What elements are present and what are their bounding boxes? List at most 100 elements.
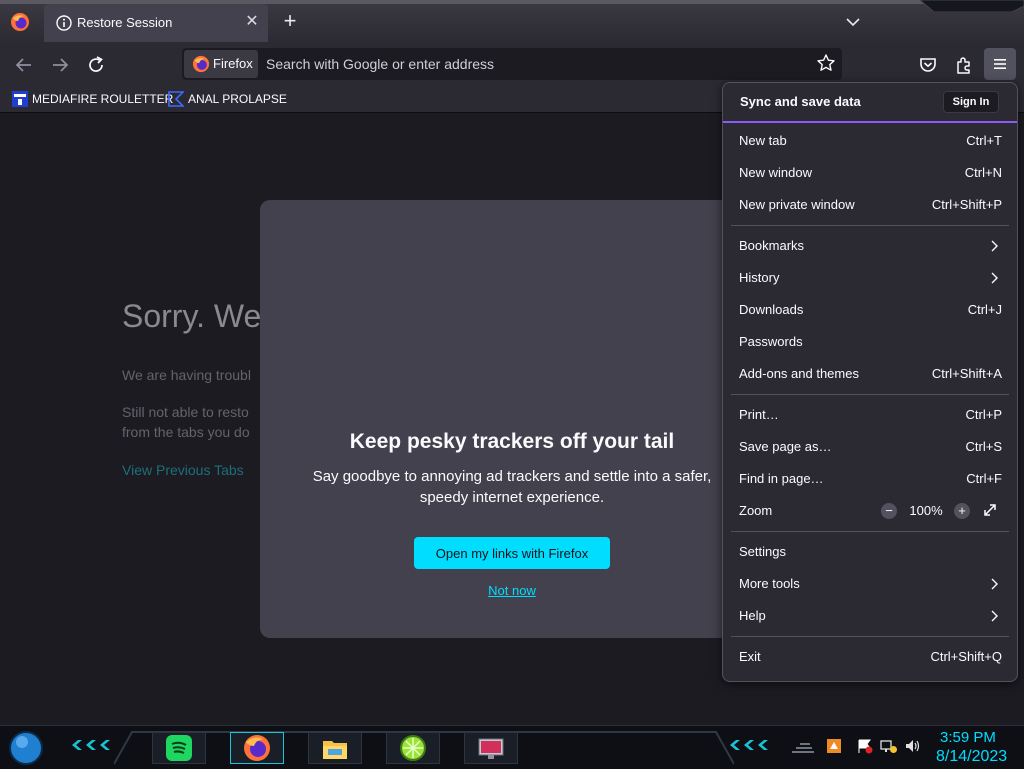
clock-time[interactable]: 3:59 PM	[940, 729, 996, 746]
menu-separator	[731, 225, 1009, 226]
fullscreen-icon[interactable]	[982, 502, 998, 518]
bookmark-star-icon[interactable]	[816, 53, 836, 73]
spotify-icon	[166, 735, 192, 761]
taskbar-slot[interactable]	[464, 732, 518, 764]
taskbar-slot-active[interactable]	[230, 732, 284, 764]
page-description: We are having troubl	[122, 367, 251, 383]
bookmark-mediafire-rouletter[interactable]: MEDIAFIRE ROULETTER	[12, 90, 173, 108]
menu-item-label: New private window	[739, 197, 855, 212]
new-tab-button[interactable]: +	[280, 10, 300, 32]
address-bar[interactable]: Firefox	[182, 48, 842, 80]
menu-item-label: Downloads	[739, 302, 804, 317]
menu-separator	[731, 531, 1009, 532]
mediafire-favicon-icon	[12, 91, 28, 107]
menu-item-label: Passwords	[739, 334, 803, 349]
file-explorer-icon	[323, 741, 347, 759]
chevron-right-icon	[991, 272, 998, 284]
back-arrow-icon[interactable]	[12, 53, 36, 77]
sign-in-button[interactable]: Sign In	[943, 91, 999, 113]
app-menu-panel: Sync and save data Sign In New tab Ctrl+…	[722, 82, 1018, 682]
tray-app-icon[interactable]	[826, 738, 842, 754]
zoom-reset-button[interactable]: 100%	[901, 503, 951, 518]
menu-item-save-page-as[interactable]: Save page as… Ctrl+S	[729, 431, 1011, 463]
firefox-taskbar-icon	[244, 735, 270, 761]
forward-arrow-icon[interactable]	[48, 53, 72, 77]
menu-item-passwords[interactable]: Passwords	[729, 326, 1011, 358]
extensions-icon[interactable]	[952, 53, 976, 77]
action-center-flag-icon[interactable]	[856, 738, 874, 754]
menu-item-shortcut: Ctrl+Shift+Q	[930, 649, 1002, 664]
bookmark-anal-prolapse[interactable]: ANAL PROLAPSE	[168, 90, 287, 108]
menu-item-shortcut: Ctrl+F	[966, 471, 1002, 486]
menu-item-addons-and-themes[interactable]: Add-ons and themes Ctrl+Shift+A	[729, 358, 1011, 390]
menu-item-label: Exit	[739, 649, 761, 664]
chevron-down-icon[interactable]	[842, 12, 864, 32]
taskbar-slot[interactable]	[308, 732, 362, 764]
chevron-right-icon	[991, 578, 998, 590]
tab-strip: Restore Session ✕ +	[0, 0, 1024, 44]
view-previous-tabs-link[interactable]: View Previous Tabs	[122, 462, 244, 478]
chevron-right-icon	[991, 610, 998, 622]
menu-item-settings[interactable]: Settings	[729, 536, 1011, 568]
reload-icon[interactable]	[84, 53, 108, 77]
zoom-in-button[interactable]: +	[954, 503, 970, 519]
window-frame-decoration	[920, 0, 1024, 12]
clock-date[interactable]: 8/14/2023	[936, 748, 1007, 766]
menu-item-label: New tab	[739, 133, 787, 148]
close-tab-icon[interactable]: ✕	[244, 14, 260, 30]
show-hidden-icons-icon[interactable]	[790, 740, 816, 754]
zoom-out-button[interactable]: −	[881, 503, 897, 519]
bookmark-label: MEDIAFIRE ROULETTER	[32, 92, 174, 106]
menu-item-new-window[interactable]: New window Ctrl+N	[729, 157, 1011, 189]
menu-item-history[interactable]: History	[729, 262, 1011, 294]
menu-separator	[731, 636, 1009, 637]
firefox-app-icon	[11, 13, 29, 31]
sync-header: Sync and save data Sign In	[723, 83, 1017, 123]
chevron-right-icon	[991, 240, 998, 252]
pocket-icon[interactable]	[916, 53, 940, 77]
menu-item-shortcut: Ctrl+P	[965, 407, 1002, 422]
menu-item-more-tools[interactable]: More tools	[729, 568, 1011, 600]
page-title: Sorry. We’	[122, 298, 269, 334]
hamburger-menu-icon	[994, 59, 1006, 69]
menu-item-new-private-window[interactable]: New private window Ctrl+Shift+P	[729, 189, 1011, 221]
menu-item-exit[interactable]: Exit Ctrl+Shift+Q	[729, 641, 1011, 673]
display-app-icon	[478, 738, 504, 759]
navigation-toolbar: Firefox	[0, 44, 1024, 86]
menu-item-print[interactable]: Print… Ctrl+P	[729, 399, 1011, 431]
volume-icon[interactable]	[904, 738, 922, 754]
start-orb-icon[interactable]	[8, 730, 44, 766]
lime-app-icon	[400, 735, 426, 761]
tab-title: Restore Session	[77, 15, 173, 30]
dialog-title: Keep pesky trackers off your tail	[349, 430, 675, 453]
menu-item-label: Help	[739, 608, 766, 623]
identity-label: Firefox	[213, 56, 253, 71]
menu-item-label: New window	[739, 165, 812, 180]
app-menu-button[interactable]	[984, 48, 1016, 80]
info-icon	[56, 15, 72, 31]
not-now-link[interactable]: Not now	[260, 583, 764, 598]
menu-item-shortcut: Ctrl+Shift+A	[931, 366, 1002, 381]
menu-item-help[interactable]: Help	[729, 600, 1011, 632]
menu-item-new-tab[interactable]: New tab Ctrl+T	[729, 125, 1011, 157]
sync-label: Sync and save data	[740, 94, 861, 109]
taskbar-decoration-right	[730, 740, 768, 750]
menu-item-shortcut: Ctrl+N	[964, 165, 1002, 180]
bookmark-label: ANAL PROLAPSE	[188, 92, 287, 106]
menu-item-downloads[interactable]: Downloads Ctrl+J	[729, 294, 1011, 326]
taskbar-slot[interactable]	[386, 732, 440, 764]
open-links-with-firefox-button[interactable]: Open my links with Firefox	[414, 537, 610, 569]
identity-box[interactable]: Firefox	[184, 50, 258, 78]
tab-restore-session[interactable]: Restore Session ✕	[44, 4, 268, 42]
taskbar: 3:59 PM 8/14/2023	[0, 725, 1024, 769]
network-status-icon[interactable]	[880, 738, 898, 754]
menu-item-find-in-page[interactable]: Find in page… Ctrl+F	[729, 463, 1011, 495]
menu-item-label: History	[739, 270, 780, 285]
menu-item-shortcut: Ctrl+Shift+P	[931, 197, 1002, 212]
page-hint-line: from the tabs you do	[122, 424, 250, 440]
taskbar-slot[interactable]	[152, 732, 206, 764]
menu-item-bookmarks[interactable]: Bookmarks	[729, 230, 1011, 262]
menu-item-label: Bookmarks	[739, 238, 805, 253]
url-input[interactable]	[266, 54, 786, 74]
menu-separator	[731, 394, 1009, 395]
